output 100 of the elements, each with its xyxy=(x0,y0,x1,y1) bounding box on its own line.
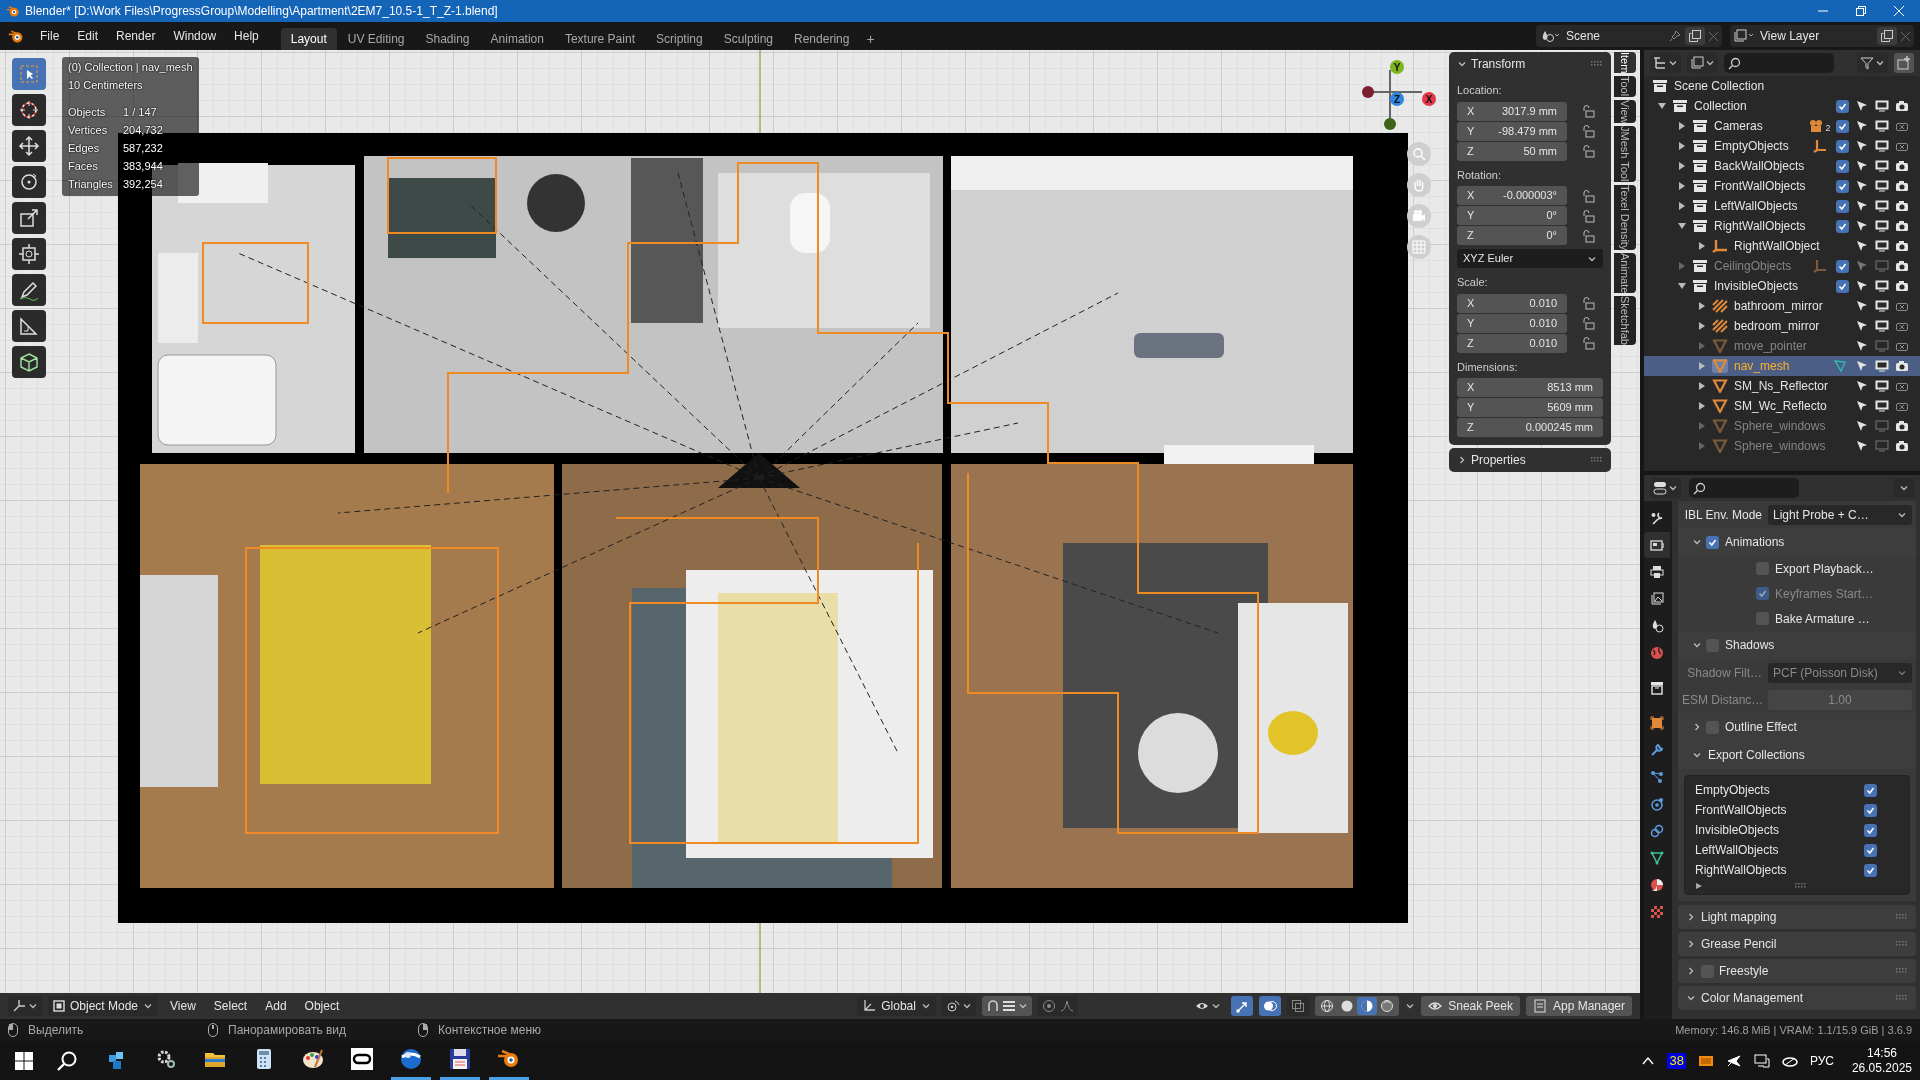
clock[interactable]: 14:56 26.05.2025 xyxy=(1851,1045,1912,1076)
add-workspace-button[interactable]: + xyxy=(860,28,881,50)
sidebar-tab[interactable]: Texel Density xyxy=(1614,184,1636,251)
outliner-item-name[interactable]: Sphere_windows xyxy=(1734,417,1852,435)
subpanel-header[interactable]: Animations xyxy=(1678,528,1916,556)
menu-item[interactable]: Edit xyxy=(69,27,107,45)
outliner-item-name[interactable]: CeilingObjects xyxy=(1714,257,1808,275)
rotation-mode-dropdown[interactable]: XYZ Euler xyxy=(1457,249,1603,268)
outliner-row[interactable]: CeilingObjects xyxy=(1644,256,1920,276)
workspace-tab[interactable]: Rendering xyxy=(784,28,860,50)
panel-header[interactable]: Light mapping xyxy=(1678,905,1916,929)
sidebar-tab[interactable]: Tool xyxy=(1614,76,1636,97)
outliner-item-name[interactable]: BackWallObjects xyxy=(1714,157,1832,175)
outliner-row[interactable]: Sphere_windows xyxy=(1644,436,1920,456)
subpanel-header[interactable]: Shadows xyxy=(1678,631,1916,659)
outliner-row[interactable]: Scene Collection xyxy=(1644,76,1920,96)
panel-header[interactable]: Color Management xyxy=(1678,986,1916,1010)
panel-header[interactable]: Grease Pencil xyxy=(1678,932,1916,956)
header-button[interactable]: App Manager xyxy=(1525,996,1632,1016)
outliner-item-name[interactable]: nav_mesh xyxy=(1734,357,1828,375)
subpanel-header[interactable]: Outline Effect xyxy=(1678,713,1916,741)
mode-dropdown[interactable]: Object Mode xyxy=(48,996,159,1016)
outliner-row[interactable]: bedroom_mirror xyxy=(1644,316,1920,336)
number-field[interactable]: Y 0.010 xyxy=(1457,313,1567,333)
subpanel-header[interactable]: Export Collections xyxy=(1678,741,1916,769)
list-item-label[interactable]: FrontWallObjects xyxy=(1695,801,1864,819)
number-field[interactable]: X 8513 mm xyxy=(1457,378,1603,397)
menu-item[interactable]: Window xyxy=(165,27,225,45)
number-field[interactable]: Z 0.000245 mm xyxy=(1457,418,1603,437)
outliner-item-name[interactable]: Collection xyxy=(1694,97,1832,115)
properties-panel-header[interactable]: Properties xyxy=(1449,448,1611,472)
outliner-item-name[interactable]: RightWallObject xyxy=(1734,237,1852,255)
number-field[interactable]: X 3017.9 mm xyxy=(1457,101,1567,121)
outliner-row[interactable]: LeftWallObjects xyxy=(1644,196,1920,216)
language-indicator[interactable]: РУС xyxy=(1809,1051,1834,1070)
outliner-item-name[interactable]: EmptyObjects xyxy=(1714,137,1808,155)
number-field[interactable]: X 0.010 xyxy=(1457,293,1567,313)
orientation-dropdown[interactable]: Global xyxy=(857,996,936,1016)
outliner-row[interactable]: RightWallObjects xyxy=(1644,216,1920,236)
header-button[interactable]: Sneak Peek xyxy=(1421,996,1520,1016)
panel-title[interactable]: Properties xyxy=(1471,451,1587,469)
number-field[interactable]: X -0.000003° xyxy=(1457,186,1567,205)
outliner-item-name[interactable]: FrontWallObjects xyxy=(1714,177,1832,195)
counter-badge[interactable]: 38 xyxy=(1667,1052,1686,1069)
sidebar-tab[interactable]: Sketchfab xyxy=(1614,296,1636,346)
workspace-tab[interactable]: Shading xyxy=(415,28,480,50)
workspace-tab[interactable]: Texture Paint xyxy=(554,28,645,50)
outliner-item-name[interactable]: Scene Collection xyxy=(1674,77,1912,95)
number-field[interactable]: Y 0° xyxy=(1457,206,1567,225)
outliner-row[interactable]: InvisibleObjects xyxy=(1644,276,1920,296)
outliner-row[interactable]: RightWallObject xyxy=(1644,236,1920,256)
outliner-item-name[interactable]: Cameras xyxy=(1714,117,1808,135)
scene-selector[interactable]: Scene xyxy=(1536,25,1722,47)
outliner-item-name[interactable]: RightWallObjects xyxy=(1714,217,1832,235)
outliner-item-name[interactable]: move_pointer xyxy=(1734,337,1852,355)
outliner-row[interactable]: move_pointer xyxy=(1644,336,1920,356)
sidebar-tab[interactable]: View xyxy=(1614,99,1636,124)
outliner-row[interactable]: SM_Ns_Reflector xyxy=(1644,376,1920,396)
menu-item[interactable]: Render xyxy=(108,27,164,45)
outliner-row[interactable]: FrontWallObjects xyxy=(1644,176,1920,196)
outliner-item-name[interactable]: SM_Wc_Reflecto xyxy=(1734,397,1852,415)
number-field[interactable]: Z 0° xyxy=(1457,226,1567,245)
outliner-row[interactable]: nav_mesh xyxy=(1644,356,1920,376)
workspace-tab[interactable]: Scripting xyxy=(645,28,713,50)
outliner-row[interactable]: Cameras 2 xyxy=(1644,116,1920,136)
sidebar-tab[interactable]: Item xyxy=(1614,52,1636,74)
outliner-row[interactable]: BackWallObjects xyxy=(1644,156,1920,176)
header-menu[interactable]: Object xyxy=(298,997,346,1015)
list-item-label[interactable]: LeftWallObjects xyxy=(1695,841,1864,859)
number-field[interactable]: Y -98.479 mm xyxy=(1457,121,1567,141)
outliner-row[interactable]: EmptyObjects xyxy=(1644,136,1920,156)
list-item-label[interactable]: EmptyObjects xyxy=(1695,781,1864,799)
outliner-row[interactable]: Collection xyxy=(1644,96,1920,116)
number-field[interactable]: Z 0.010 xyxy=(1457,333,1567,353)
number-field[interactable]: Z 50 mm xyxy=(1457,141,1567,161)
number-field[interactable]: Y 5609 mm xyxy=(1457,398,1603,417)
header-menu[interactable]: View xyxy=(164,997,202,1015)
menu-item[interactable]: Help xyxy=(226,27,267,45)
header-menu[interactable]: Select xyxy=(207,997,254,1015)
header-menu[interactable]: Add xyxy=(259,997,293,1015)
outliner-item-name[interactable]: Sphere_windows xyxy=(1734,437,1852,455)
list-item-label[interactable]: InvisibleObjects xyxy=(1695,821,1864,839)
workspace-tab[interactable]: Sculpting xyxy=(713,28,784,50)
outliner-row[interactable]: bathroom_mirror xyxy=(1644,296,1920,316)
sidebar-tab[interactable]: JMesh Tool xyxy=(1614,126,1636,182)
workspace-tab[interactable]: Animation xyxy=(480,28,554,50)
outliner-item-name[interactable]: LeftWallObjects xyxy=(1714,197,1832,215)
view-layer-selector[interactable]: View Layer xyxy=(1730,25,1914,47)
outliner-item-name[interactable]: InvisibleObjects xyxy=(1714,277,1832,295)
panel-header[interactable]: Freestyle xyxy=(1678,959,1916,983)
panel-title[interactable]: Transform xyxy=(1471,55,1587,73)
outliner-row[interactable]: SM_Wc_Reflecto xyxy=(1644,396,1920,416)
workspace-tab[interactable]: Layout xyxy=(280,28,337,50)
outliner-item-name[interactable]: bathroom_mirror xyxy=(1734,297,1852,315)
outliner-item-name[interactable]: SM_Ns_Reflector xyxy=(1734,377,1852,395)
outliner-row[interactable]: Sphere_windows xyxy=(1644,416,1920,436)
dropdown[interactable]: Light Probe + C… xyxy=(1768,504,1912,525)
workspace-tab[interactable]: UV Editing xyxy=(337,28,415,50)
menu-item[interactable]: File xyxy=(32,27,68,45)
sidebar-tab[interactable]: Animate xyxy=(1614,253,1636,294)
